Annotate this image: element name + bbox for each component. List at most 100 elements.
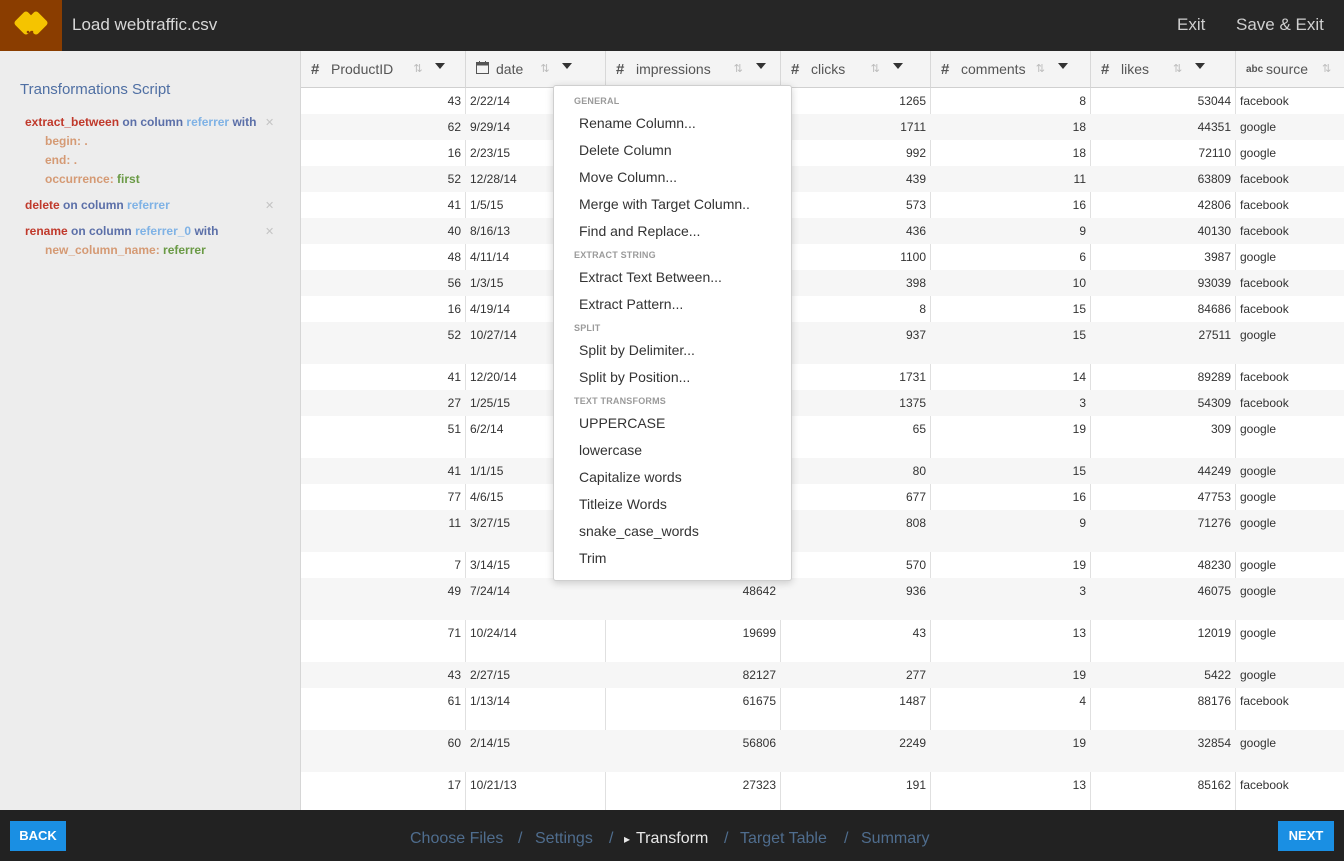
step-param: end: . (45, 153, 78, 167)
table-row[interactable]: 61 1/13/14 61675 1487 4 88176 facebook (301, 688, 1344, 730)
cell-source: google (1240, 584, 1277, 598)
step-column: referrer (186, 115, 230, 129)
table-row[interactable]: 41 1/1/15 80 15 44249 google (301, 458, 1344, 484)
menu-item-find-and-replace[interactable]: Find and Replace... (579, 223, 700, 239)
chevron-down-icon[interactable] (1057, 63, 1068, 69)
column-name: likes (1121, 61, 1150, 77)
logo-icon (14, 11, 48, 42)
table-row[interactable]: 52 10/27/14 937 15 27511 google (301, 322, 1344, 364)
table-row[interactable]: 43 2/22/14 1265 8 53044 facebook (301, 88, 1344, 114)
script-step-extract-between[interactable]: extract_between on column referrer with (25, 115, 256, 129)
crumb-summary[interactable]: Summary (861, 830, 929, 848)
menu-item-snake-case-words[interactable]: snake_case_words (579, 523, 699, 539)
save-exit-button[interactable]: Save & Exit (1236, 15, 1324, 35)
table-row[interactable]: 16 2/23/15 992 18 72110 google (301, 140, 1344, 166)
cell-clicks: 2249 (899, 736, 926, 750)
crumb-settings[interactable]: Settings (535, 830, 593, 848)
table-row[interactable]: 48 4/11/14 1100 6 3987 google (301, 244, 1344, 270)
sort-icon[interactable]: ⇅ (1322, 62, 1331, 75)
column-header-clicks[interactable]: # clicks ⇅ (781, 51, 931, 88)
cell-likes: 54309 (1197, 396, 1231, 410)
sort-icon[interactable]: ⇅ (1036, 62, 1045, 75)
cell-likes: 27511 (1198, 328, 1231, 342)
sort-icon[interactable]: ⇅ (734, 62, 743, 75)
table-row[interactable]: 11 3/27/15 808 9 71276 google (301, 510, 1344, 552)
crumb-separator: / (518, 830, 523, 847)
column-header-likes[interactable]: # likes ⇅ (1091, 51, 1236, 88)
menu-item-capitalize-words[interactable]: Capitalize words (579, 469, 682, 485)
step-column: referrer (127, 198, 170, 212)
cell-clicks: 570 (905, 558, 926, 572)
sort-icon[interactable]: ⇅ (540, 62, 549, 75)
chevron-down-icon[interactable] (1195, 63, 1205, 69)
crumb-target-table[interactable]: Target Table (740, 830, 827, 848)
cell-likes: 48230 (1197, 558, 1231, 572)
menu-item-titleize-words[interactable]: Titleize Words (579, 496, 667, 512)
cell-source: google (1240, 668, 1277, 682)
chevron-down-icon[interactable] (435, 63, 446, 69)
table-row[interactable]: 52 12/28/14 439 11 63809 facebook (301, 166, 1344, 192)
script-step-delete[interactable]: delete on column referrer (25, 198, 170, 212)
menu-item-extract-text-between[interactable]: Extract Text Between... (579, 269, 722, 285)
cell-source: google (1240, 250, 1277, 264)
cell-clicks: 80 (912, 464, 926, 478)
menu-item-trim[interactable]: Trim (579, 550, 606, 566)
cell-likes: 40130 (1197, 224, 1231, 238)
table-row[interactable]: 27 1/25/15 1375 3 54309 facebook (301, 390, 1344, 416)
cell-comments: 15 (1072, 328, 1086, 342)
app-logo[interactable] (0, 0, 62, 51)
menu-item-split-by-delimiter[interactable]: Split by Delimiter... (579, 342, 695, 358)
table-row[interactable]: 51 6/2/14 65 19 309 google (301, 416, 1344, 458)
table-row[interactable]: 56 1/3/15 398 10 93039 facebook (301, 270, 1344, 296)
sort-icon[interactable]: ⇅ (1173, 62, 1182, 75)
cell-clicks: 191 (905, 778, 926, 792)
column-header-source[interactable]: abc source ⇅ (1236, 51, 1344, 88)
remove-step-icon[interactable]: ✕ (265, 116, 274, 129)
remove-step-icon[interactable]: ✕ (265, 225, 274, 238)
table-row[interactable]: 40 8/16/13 436 9 40130 facebook (301, 218, 1344, 244)
column-header-date[interactable]: date ⇅ (466, 51, 606, 88)
chevron-down-icon[interactable] (755, 63, 766, 69)
table-row[interactable]: 49 7/24/14 48642 936 3 46075 google (301, 578, 1344, 620)
table-row[interactable]: 7 3/14/15 570 19 48230 google (301, 552, 1344, 578)
menu-item-delete-column[interactable]: Delete Column (579, 142, 672, 158)
table-row[interactable]: 71 10/24/14 19699 43 13 12019 google (301, 620, 1344, 662)
menu-item-rename-column[interactable]: Rename Column... (579, 115, 696, 131)
crumb-choose-files[interactable]: Choose Files (410, 830, 503, 848)
chevron-down-icon[interactable] (892, 63, 903, 69)
cell-productid: 16 (447, 302, 461, 316)
table-row[interactable]: 77 4/6/15 677 16 47753 google (301, 484, 1344, 510)
menu-item-split-by-position[interactable]: Split by Position... (579, 369, 690, 385)
cell-source: facebook (1240, 778, 1289, 792)
table-row[interactable]: 62 9/29/14 1711 18 44351 google (301, 114, 1344, 140)
menu-item-merge-with-target-column[interactable]: Merge with Target Column.. (579, 196, 750, 212)
table-row[interactable]: 43 2/27/15 82127 277 19 5422 google (301, 662, 1344, 688)
sort-icon[interactable]: ⇅ (413, 62, 422, 75)
table-row[interactable]: 17 10/21/13 27323 191 13 85162 facebook (301, 772, 1344, 798)
column-header-impressions[interactable]: # impressions ⇅ (606, 51, 781, 88)
cell-source: facebook (1240, 370, 1289, 384)
cell-likes: 32854 (1197, 736, 1231, 750)
table-row[interactable]: 16 4/19/14 8 15 84686 facebook (301, 296, 1344, 322)
back-button[interactable]: BACK (10, 821, 66, 851)
next-button[interactable]: NEXT (1278, 821, 1334, 851)
script-step-rename[interactable]: rename on column referrer_0 with (25, 224, 218, 238)
column-header-productid[interactable]: # ProductID ⇅ (301, 51, 466, 88)
menu-item-lowercase[interactable]: lowercase (579, 442, 642, 458)
table-row[interactable]: 41 12/20/14 1731 14 89289 facebook (301, 364, 1344, 390)
table-row[interactable]: 41 1/5/15 573 16 42806 facebook (301, 192, 1344, 218)
cell-source: facebook (1240, 396, 1289, 410)
exit-button[interactable]: Exit (1177, 15, 1205, 35)
sort-icon[interactable]: ⇅ (871, 62, 880, 75)
menu-item-extract-pattern[interactable]: Extract Pattern... (579, 296, 683, 312)
cell-likes: 88176 (1197, 694, 1231, 708)
cell-productid: 11 (448, 516, 461, 530)
menu-item-uppercase[interactable]: UPPERCASE (579, 415, 665, 431)
chevron-down-icon[interactable] (562, 63, 573, 69)
cell-clicks: 992 (905, 146, 926, 160)
crumb-transform[interactable]: Transform (636, 830, 708, 848)
column-header-comments[interactable]: # comments ⇅ (931, 51, 1091, 88)
table-row[interactable]: 60 2/14/15 56806 2249 19 32854 google (301, 730, 1344, 772)
menu-item-move-column[interactable]: Move Column... (579, 169, 677, 185)
remove-step-icon[interactable]: ✕ (265, 199, 274, 212)
